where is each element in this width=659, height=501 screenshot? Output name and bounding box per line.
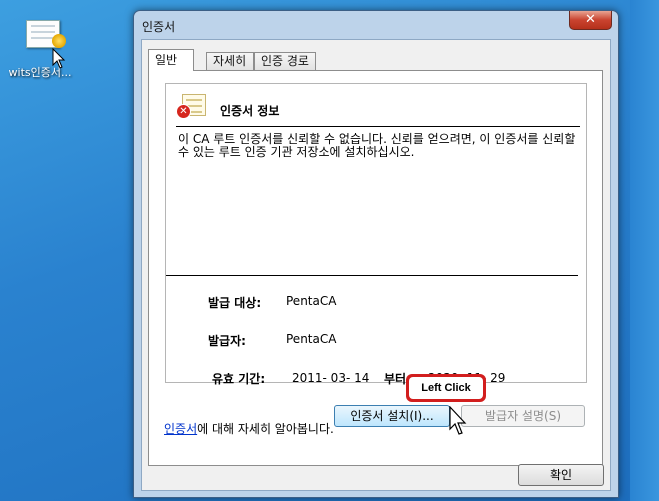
callout-label: Left Click xyxy=(409,377,483,399)
close-icon: ✕ xyxy=(585,12,596,27)
ok-button[interactable]: 확인 xyxy=(518,464,604,486)
issued-by-label: 발급자: xyxy=(208,334,246,348)
learn-more-text: 에 대해 자세히 알아봅니다. xyxy=(197,422,334,436)
desktop-background-edge xyxy=(630,0,659,501)
mouse-cursor-icon xyxy=(52,48,66,69)
valid-from-word: 부터 xyxy=(384,372,407,386)
issued-to-label: 발급 대상: xyxy=(208,296,262,310)
title-bar[interactable]: 인증서 ✕ xyxy=(134,11,618,39)
issuer-statement-button[interactable]: 발급자 설명(S) xyxy=(461,405,585,427)
tab-general[interactable]: 일반 xyxy=(148,49,194,71)
certificate-dialog: 인증서 ✕ 일반 자세히 인증 경로 ✕ 인증서 정보 이 CA 루트 인증서를… xyxy=(133,10,619,498)
mouse-cursor-icon xyxy=(449,406,467,435)
validity-label: 유효 기간: xyxy=(212,372,266,386)
error-icon: ✕ xyxy=(176,104,191,119)
left-click-callout: Left Click xyxy=(406,374,486,402)
trust-warning-text: 이 CA 루트 인증서를 신뢰할 수 없습니다. 신뢰를 얻으려면, 이 인증서… xyxy=(178,132,576,159)
issued-to-value: PentaCA xyxy=(286,294,337,308)
tab-details[interactable]: 자세히 xyxy=(206,52,254,70)
valid-from-date: 2011- 03- 14 xyxy=(292,371,370,385)
tab-certification-path[interactable]: 인증 경로 xyxy=(254,52,316,70)
issued-by-value: PentaCA xyxy=(286,332,337,346)
window-title: 인증서 xyxy=(142,20,176,34)
divider xyxy=(166,275,578,276)
dialog-client-area: 일반 자세히 인증 경로 ✕ 인증서 정보 이 CA 루트 인증서를 신뢰할 수… xyxy=(141,39,611,491)
info-title: 인증서 정보 xyxy=(220,104,280,118)
certificate-icon: ✕ xyxy=(176,94,206,120)
divider xyxy=(176,126,580,127)
install-certificate-button[interactable]: 인증서 설치(I)... xyxy=(334,405,450,427)
learn-more-line: 인증서에 대해 자세히 알아봅니다. xyxy=(164,420,334,437)
certificate-info-box: ✕ 인증서 정보 이 CA 루트 인증서를 신뢰할 수 없습니다. 신뢰를 얻으… xyxy=(165,83,587,386)
close-button[interactable]: ✕ xyxy=(569,11,612,30)
general-tab-panel: ✕ 인증서 정보 이 CA 루트 인증서를 신뢰할 수 없습니다. 신뢰를 얻으… xyxy=(148,70,603,466)
certificate-help-link[interactable]: 인증서 xyxy=(164,422,197,436)
